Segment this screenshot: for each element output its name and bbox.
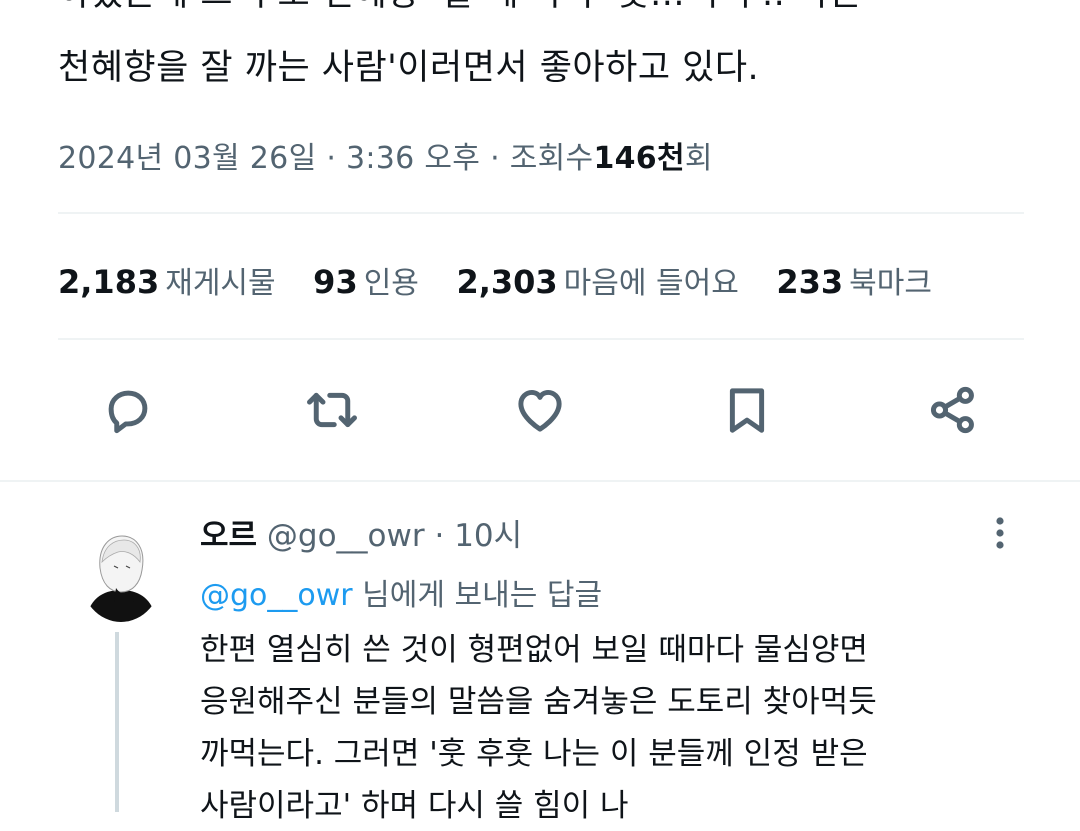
reply-text-line: 사람이라고' 하며 다시 쓸 힘이 나: [200, 788, 629, 824]
bookmarks-label: 북마크: [849, 266, 932, 301]
retweet-icon: [307, 392, 357, 428]
tweet-time[interactable]: 3:36 오후: [346, 141, 480, 176]
reply-text-line: 응원해주신 분들의 말씀을 숨겨놓은 도토리 찾아먹듯: [200, 684, 877, 720]
reply-author-name[interactable]: 오르: [200, 518, 257, 554]
replying-suffix: 님에게 보내는 답글: [362, 578, 603, 613]
tweet-meta: 2024년 03월 26일 · 3:36 오후 · 조회수146천회: [58, 133, 713, 177]
tweet-date[interactable]: 2024년 03월 26일: [58, 141, 316, 176]
views-number: 146천: [593, 141, 685, 176]
reply-separator: ·: [434, 518, 445, 554]
share-icon: [930, 386, 974, 434]
reply-time[interactable]: 10시: [454, 518, 522, 554]
replying-mention-link[interactable]: @go__owr: [200, 578, 353, 613]
more-options-button[interactable]: [985, 515, 1015, 555]
bookmarks-count: 233: [776, 263, 844, 301]
likes-count: 2,303: [456, 263, 558, 301]
avatar-image: [80, 528, 162, 622]
reply-text-line: 한편 열심히 쓴 것이 형편없어 보일 때마다 물심양면: [200, 632, 868, 668]
bookmark-icon: [729, 388, 765, 433]
retweets-stat[interactable]: 2,183 재게시물: [58, 258, 276, 302]
like-button[interactable]: [510, 380, 570, 440]
meta-separator: ·: [490, 141, 500, 176]
quotes-stat[interactable]: 93 인용: [313, 258, 419, 302]
share-button[interactable]: [923, 380, 983, 440]
quotes-label: 인용: [363, 266, 419, 301]
tweet-text-line: 천혜향을 잘 까는 사람'이러면서 좋아하고 있다.: [58, 48, 760, 88]
reply-author-handle[interactable]: @go__owr: [267, 518, 425, 554]
divider: [58, 338, 1024, 340]
quotes-count: 93: [313, 263, 358, 301]
more-vertical-icon: [996, 517, 1004, 549]
retweets-count: 2,183: [58, 263, 160, 301]
bookmark-button[interactable]: [717, 380, 777, 440]
likes-stat[interactable]: 2,303 마음에 들어요: [456, 258, 738, 302]
section-separator: [0, 480, 1080, 482]
reply-icon: [108, 390, 148, 434]
engagement-stats: 2,183 재게시물 93 인용 2,303 마음에 들어요 233 북마크: [58, 258, 960, 302]
avatar[interactable]: [80, 528, 162, 622]
views-label: 조회수: [509, 141, 594, 176]
meta-separator: ·: [326, 141, 337, 176]
retweet-button[interactable]: [302, 380, 362, 440]
like-icon: [518, 389, 562, 432]
likes-label: 마음에 들어요: [563, 266, 739, 301]
divider: [58, 212, 1024, 214]
reply-header: 오르 @go__owr · 10시: [200, 510, 522, 555]
views-suffix: 회: [684, 141, 713, 176]
reply-button[interactable]: [98, 380, 158, 440]
replying-to: @go__owr 님에게 보내는 답글: [200, 570, 602, 614]
bookmarks-stat[interactable]: 233 북마크: [776, 258, 932, 302]
reply-text-line: 까먹는다. 그러면 '훗 후훗 나는 이 분들께 인정 받은: [200, 736, 868, 772]
thread-line: [115, 632, 119, 812]
tweet-text-line: 하겠는데 그 후로 천혜향 '잘 때 마다' 훗... 후후.. 나는: [58, 0, 862, 18]
retweets-label: 재게시물: [165, 266, 276, 301]
